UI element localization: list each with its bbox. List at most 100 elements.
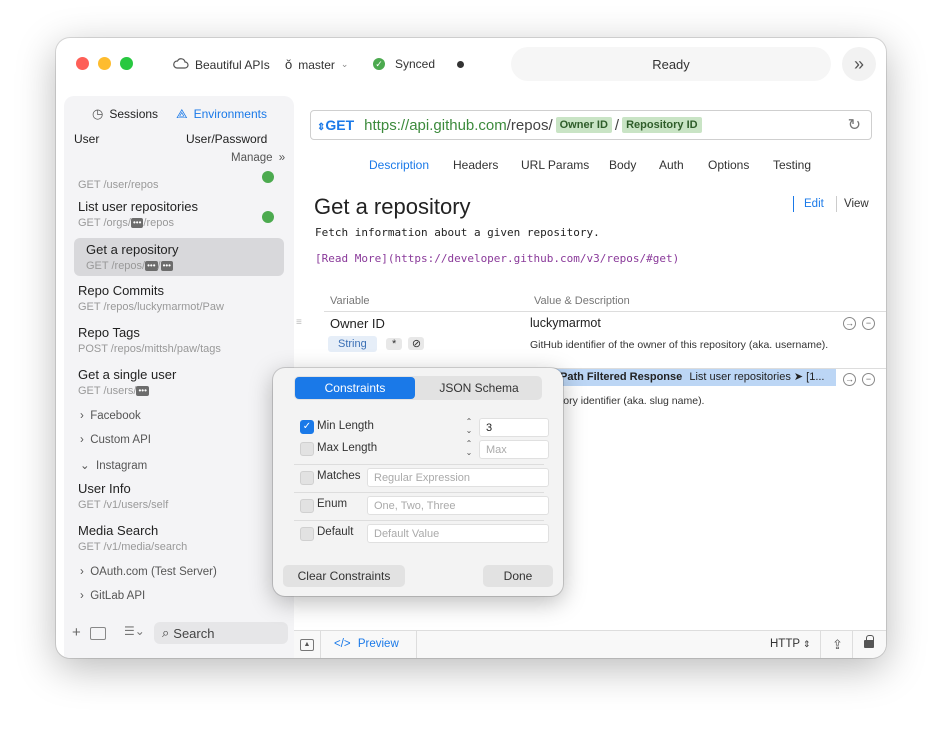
tab-sessions[interactable]: ◷ Sessions (92, 106, 158, 122)
edit-button[interactable]: Edit (804, 198, 824, 210)
segmented-control: Constraints JSON Schema (294, 376, 542, 400)
matches-checkbox[interactable] (300, 471, 314, 485)
group-gitlab[interactable]: › GitLab API (80, 590, 145, 602)
chevron-down-icon: ⌄ (80, 460, 90, 472)
drag-handle-icon[interactable]: ≡ (296, 317, 302, 328)
type-selector[interactable]: String * ⊘ (328, 336, 425, 352)
description-text: Fetch information about a given reposito… (315, 226, 600, 239)
code-icon: </> (334, 638, 351, 650)
enum-checkbox[interactable] (300, 499, 314, 513)
variable-value[interactable]: luckymarmot (530, 316, 601, 330)
minimize-window-button[interactable] (98, 57, 111, 70)
url-bar[interactable]: ⇕GET https:// api.github.com /repos/ Own… (310, 110, 872, 140)
max-length-checkbox[interactable] (300, 442, 314, 456)
lock-icon[interactable] (864, 640, 874, 648)
group-label: GitLab API (90, 590, 146, 602)
method-selector[interactable]: ⇕GET (317, 117, 354, 133)
list-item-selected[interactable]: Get a repository GET /repos/••• / ••• (74, 238, 284, 276)
list-item[interactable]: List user repositories GET /orgs/•••/rep… (78, 199, 274, 229)
required-toggle[interactable]: * (386, 338, 403, 350)
tab-options[interactable]: Options (708, 158, 749, 172)
expand-button[interactable]: » (842, 47, 876, 81)
max-length-stepper[interactable]: ⌃ ⌄ (463, 439, 475, 459)
request-title: Repo Tags (78, 325, 140, 340)
min-length-input[interactable]: 3 (479, 418, 549, 437)
read-more-link[interactable]: [Read More](https://developer.github.com… (315, 252, 679, 265)
request-title: Get a repository (86, 242, 179, 257)
list-item[interactable]: Repo Commits GET /repos/luckymarmot/Paw (78, 283, 274, 313)
group-instagram[interactable]: ⌄ Instagram (80, 458, 147, 472)
add-circle-icon[interactable]: → (843, 373, 856, 386)
tab-headers[interactable]: Headers (453, 158, 498, 172)
search-input[interactable]: ⌕ Search (154, 622, 288, 644)
new-group-icon[interactable] (90, 627, 106, 640)
project-selector[interactable]: Beautiful APIs (173, 57, 270, 72)
min-length-label: Min Length (317, 420, 374, 432)
divider (294, 464, 544, 465)
search-placeholder: Search (173, 625, 215, 641)
clear-constraints-button[interactable]: Clear Constraints (283, 565, 405, 587)
http-selector[interactable]: HTTP ⇕ (770, 638, 811, 650)
repository-id-token[interactable]: Repository ID (622, 117, 702, 133)
sync-status[interactable]: ✓ Synced (373, 57, 465, 71)
branch-selector[interactable]: ǒ master ⌄ (285, 57, 348, 72)
column-header-value: Value & Description (534, 295, 630, 307)
list-item[interactable]: User Info GET /v1/users/self (78, 481, 274, 511)
request-title: List user repositories (78, 199, 198, 214)
share-icon[interactable]: ⇪ (832, 637, 843, 653)
tab-auth[interactable]: Auth (659, 158, 684, 172)
done-button[interactable]: Done (483, 565, 553, 587)
tab-testing[interactable]: Testing (773, 158, 811, 172)
link-constraints-icon[interactable]: ⊘ (408, 337, 425, 350)
default-input[interactable]: Default Value (367, 524, 549, 543)
variable-name[interactable]: Owner ID (330, 316, 385, 331)
tab-environments-label: Environments (193, 107, 267, 121)
sort-icon[interactable]: ☰⌄ (124, 624, 145, 638)
default-checkbox[interactable] (300, 527, 314, 541)
min-length-checkbox[interactable]: ✓ (300, 420, 314, 434)
group-label: Custom API (90, 434, 151, 446)
min-length-stepper[interactable]: ⌃ ⌄ (463, 417, 475, 437)
remove-circle-icon[interactable]: − (862, 317, 875, 330)
branch-name: master (298, 57, 335, 72)
enum-input[interactable]: One, Two, Three (367, 496, 549, 515)
environments-icon: ⟁ (176, 106, 188, 121)
segment-constraints[interactable]: Constraints (295, 377, 415, 399)
segment-json-schema[interactable]: JSON Schema (418, 377, 540, 399)
toggle-panel-icon[interactable]: ▲ (300, 639, 314, 651)
matches-input[interactable]: Regular Expression (367, 468, 549, 487)
manage-button[interactable]: Manage » (231, 152, 285, 164)
list-item[interactable]: Get a single user GET /users/••• (78, 367, 274, 397)
close-window-button[interactable] (76, 57, 89, 70)
group-facebook[interactable]: › Facebook (80, 410, 141, 422)
add-icon[interactable]: + (72, 624, 81, 641)
tab-body[interactable]: Body (609, 158, 636, 172)
divider (820, 631, 821, 658)
list-item[interactable]: Repo Tags POST /repos/mittsh/paw/tags (78, 325, 274, 355)
path-filtered-response-token[interactable]: Path Filtered Response List user reposit… (556, 369, 836, 386)
list-item[interactable]: GET /user/repos (78, 176, 274, 191)
tab-description[interactable]: Description (369, 158, 429, 172)
tab-environments[interactable]: ⟁ Environments (176, 106, 267, 122)
type-pill[interactable]: String (328, 336, 377, 352)
request-url: GET /users/••• (78, 385, 149, 397)
request-url: GET /user/repos (78, 179, 159, 191)
remove-circle-icon[interactable]: − (862, 373, 875, 386)
zoom-window-button[interactable] (120, 57, 133, 70)
default-label: Default (317, 526, 354, 538)
lock-shackle (866, 635, 874, 641)
max-length-input[interactable]: Max (479, 440, 549, 459)
group-custom-api[interactable]: › Custom API (80, 434, 151, 446)
add-circle-icon[interactable]: → (843, 317, 856, 330)
group-oauth[interactable]: › OAuth.com (Test Server) (80, 566, 217, 578)
owner-id-token[interactable]: Owner ID (555, 117, 612, 133)
refresh-icon[interactable]: ↻ (848, 115, 861, 135)
request-title: User Info (78, 481, 131, 496)
tab-url-params[interactable]: URL Params (521, 158, 589, 172)
preview-button[interactable]: </> Preview (334, 638, 399, 650)
env-user-label: User (74, 132, 100, 146)
env-selector[interactable]: User/Password (186, 132, 267, 146)
group-label: OAuth.com (Test Server) (90, 566, 217, 578)
view-button[interactable]: View (844, 198, 869, 210)
list-item[interactable]: Media Search GET /v1/media/search (78, 523, 274, 553)
